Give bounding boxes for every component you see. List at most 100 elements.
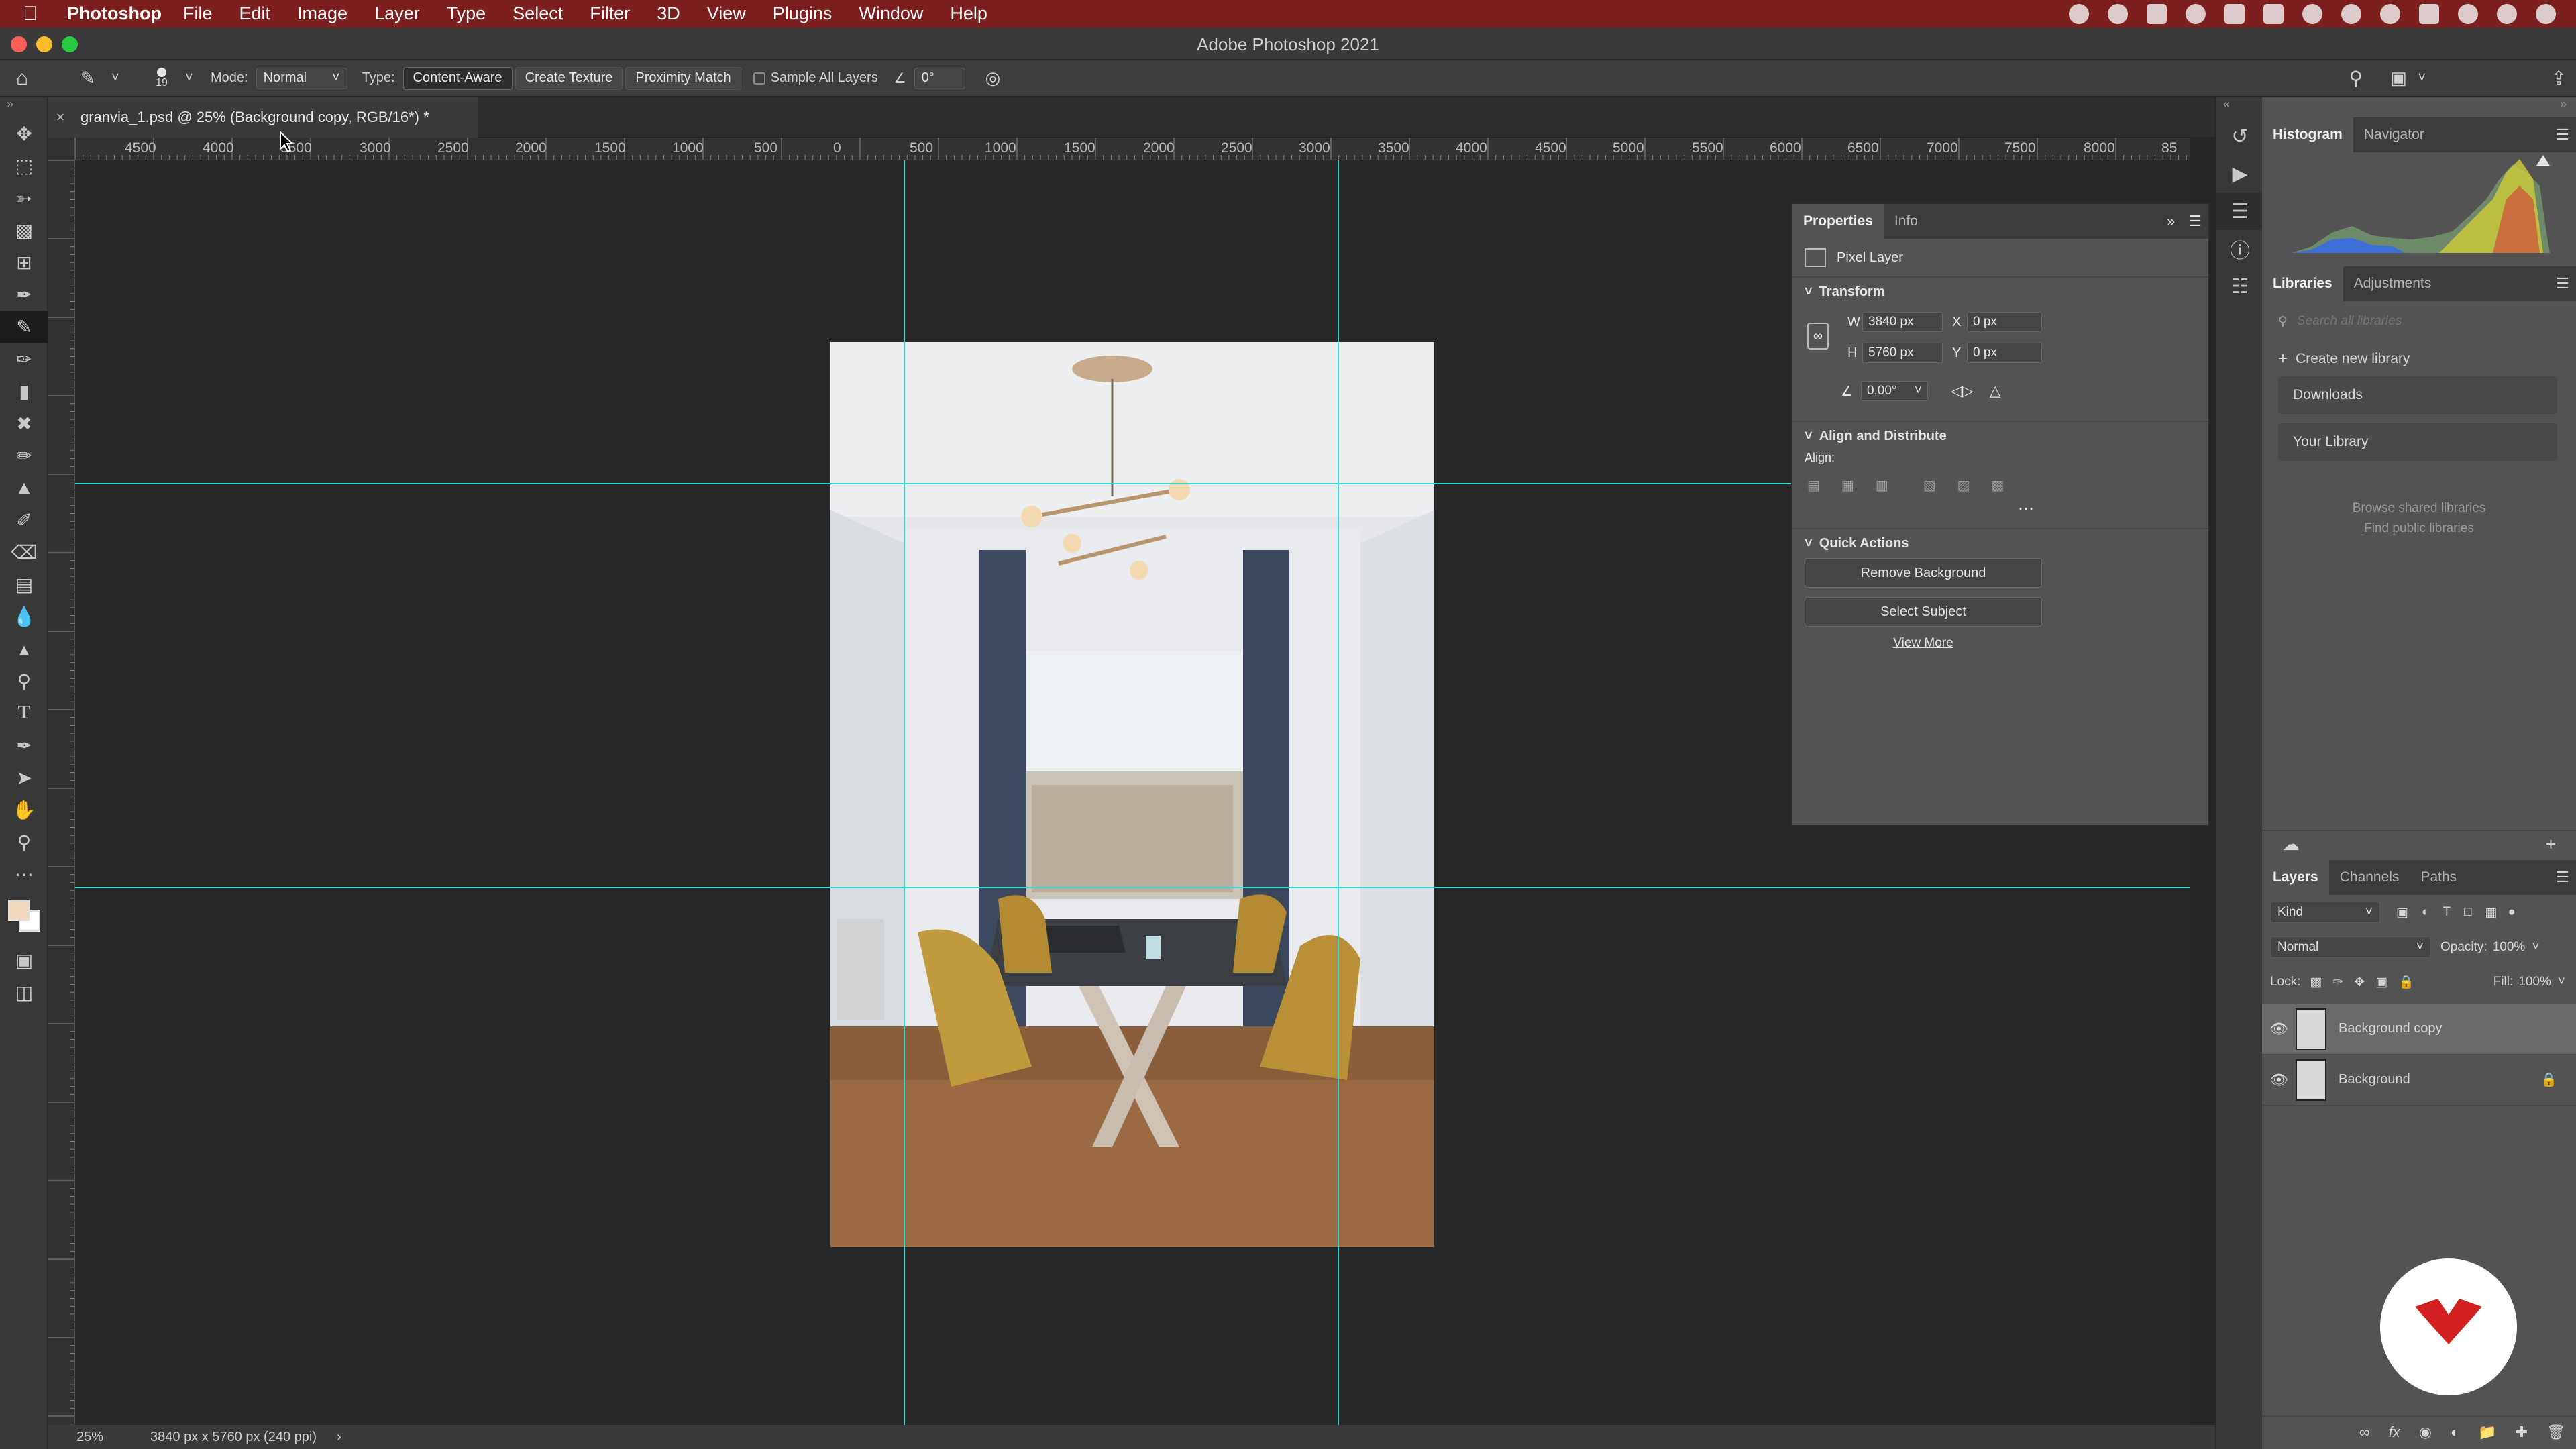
x-input[interactable]: 0 px [1967,312,2042,332]
layer-row[interactable]: 👁 Background copy [2262,1004,2576,1055]
art-history-tool-icon[interactable]: ✐ [0,504,48,536]
menu-file[interactable]: File [183,3,213,24]
blur-tool-icon[interactable]: 💧 [0,600,48,633]
align-middle-v-icon[interactable]: ▨ [1957,477,1970,494]
menu-3d[interactable]: 3D [657,3,680,24]
horizontal-ruler[interactable]: 4500 4000 3500 3000 2500 2000 1500 1000 … [75,138,2190,160]
close-tab-icon[interactable]: × [48,109,72,126]
panel-menu-icon[interactable]: ☰ [2188,213,2202,230]
panel-menu-icon[interactable]: ☰ [2556,275,2569,292]
properties-icon[interactable]: ☰ [2216,193,2263,230]
tab-properties[interactable]: Properties [1792,204,1884,239]
tab-layers[interactable]: Layers [2262,860,2329,895]
foreground-color-swatch[interactable] [8,900,30,921]
opacity-value[interactable]: 100% [2493,940,2526,955]
angle-input[interactable]: 0° [914,67,965,89]
home-icon[interactable]: ⌂ [16,67,54,90]
add-icon[interactable]: + [2546,834,2556,855]
align-left-icon[interactable]: ▤ [1807,477,1820,494]
align-top-icon[interactable]: ▧ [1923,477,1936,494]
pressure-icon[interactable]: ◎ [985,68,1001,89]
ruler-origin[interactable] [48,138,75,160]
menu-help[interactable]: Help [950,3,987,24]
tab-info[interactable]: Info [1884,204,1929,239]
vertical-ruler[interactable] [48,160,75,1425]
select-subject-button[interactable]: Select Subject [1805,597,2042,627]
crop-tool-icon[interactable]: ⊞ [0,246,48,278]
zoom-level[interactable]: 25% [76,1430,103,1445]
search-icon[interactable]: ⚲ [2349,67,2363,89]
align-right-icon[interactable]: ▥ [1876,477,1888,494]
sample-all-layers-checkbox[interactable] [753,72,765,85]
lasso-tool-icon[interactable]: ➳ [0,182,48,214]
pencil-tool-icon[interactable]: ✏ [0,439,48,472]
layer-kind-filter[interactable]: Kind ˅ [2270,902,2380,923]
chevron-down-icon[interactable]: ˅ [2532,940,2539,955]
more-tools-icon[interactable]: ⋯ [0,858,48,890]
view-more-link[interactable]: View More [1805,636,2042,651]
tab-histogram[interactable]: Histogram [2262,117,2353,152]
content-aware-button[interactable]: Content-Aware [402,66,513,90]
dodge-tool-icon[interactable]: ⚲ [0,665,48,697]
visibility-eye-icon[interactable]: 👁 [2262,1071,2296,1089]
width-input[interactable]: 3840 px [1862,312,1943,332]
zoom-tool-icon[interactable]: ⚲ [0,826,48,858]
menu-image[interactable]: Image [297,3,347,24]
horizontal-guide[interactable] [75,483,1792,484]
history-icon[interactable]: ↺ [2216,117,2263,155]
siri-icon[interactable] [2497,3,2517,24]
quick-actions-header[interactable]: ˅ Quick Actions [1792,529,2208,558]
collapse-panel-icon[interactable]: » [2167,213,2175,230]
wifi-icon[interactable] [2380,3,2400,24]
blend-mode-select[interactable]: Normal ˅ [2270,936,2431,958]
share-icon[interactable]: ⇪ [2551,67,2567,89]
creative-cloud-icon[interactable] [2069,3,2089,24]
filter-pixel-icon[interactable]: ▣ [2396,905,2408,920]
color-swatches[interactable] [0,890,47,944]
brush-tool-icon[interactable]: ✑ [0,343,48,375]
marquee-tool-icon[interactable]: ⬚ [0,150,48,182]
clone-source-icon[interactable]: ☷ [2216,268,2263,305]
align-center-h-icon[interactable]: ▦ [1841,477,1854,494]
chevron-down-icon[interactable]: ˅ [2558,975,2565,989]
flip-vertical-icon[interactable]: △ [1990,382,2001,400]
lock-all-icon[interactable]: 🔒 [2398,974,2414,990]
browse-shared-link[interactable]: Browse shared libraries [2262,501,2576,516]
battery-icon[interactable] [2341,3,2361,24]
brush-size-picker[interactable]: 19 [138,62,185,95]
mode-select[interactable]: Normal ˅ [256,67,347,89]
stamp-tool-icon[interactable]: ▲ [0,472,48,504]
spot-healing-icon[interactable]: ✎ [80,68,111,89]
library-item[interactable]: Your Library [2278,423,2557,461]
cloud-icon[interactable]: ☁ [2282,834,2300,855]
skype-icon[interactable] [2263,3,2284,24]
layer-name[interactable]: Background copy [2339,1021,2443,1036]
link-layers-icon[interactable]: ∞ [2359,1424,2370,1441]
tab-channels[interactable]: Channels [2329,860,2410,895]
tool-preset-dropdown-icon[interactable]: ˅ [111,70,131,86]
type-tool-icon[interactable]: T [0,697,48,729]
panel-menu-icon[interactable]: ☰ [2556,869,2569,886]
move-tool-icon[interactable]: ✥ [0,117,48,150]
hand-tool-icon[interactable]: ✋ [0,794,48,826]
transform-section-header[interactable]: ˅ Transform [1792,278,2208,307]
airplay-icon[interactable] [2419,3,2439,24]
layer-row[interactable]: 👁 Background 🔒 [2262,1055,2576,1106]
healing-brush-tool-icon[interactable]: ✎ [0,311,48,343]
lock-pixels-icon[interactable]: ✑ [2332,975,2343,990]
filter-adjustment-icon[interactable]: ◐ [2422,905,2429,920]
collapse-tools-icon[interactable]: » [0,97,47,117]
flip-horizontal-icon[interactable]: ◁▷ [1951,382,1974,400]
menu-filter[interactable]: Filter [590,3,630,24]
gradient-tool-icon[interactable]: ▤ [0,568,48,600]
sync-icon[interactable] [2108,3,2128,24]
add-mask-icon[interactable]: ◉ [2419,1424,2432,1441]
library-item[interactable]: Downloads [2278,376,2557,414]
remove-background-button[interactable]: Remove Background [1805,558,2042,588]
clone-stamp-tool-icon[interactable]: ▮ [0,375,48,407]
filter-smart-icon[interactable]: ▦ [2485,905,2498,920]
visibility-eye-icon[interactable]: 👁 [2262,1020,2296,1038]
filter-shape-icon[interactable]: □ [2464,905,2471,920]
menu-type[interactable]: Type [447,3,486,24]
align-section-header[interactable]: ˅ Align and Distribute [1792,422,2208,451]
